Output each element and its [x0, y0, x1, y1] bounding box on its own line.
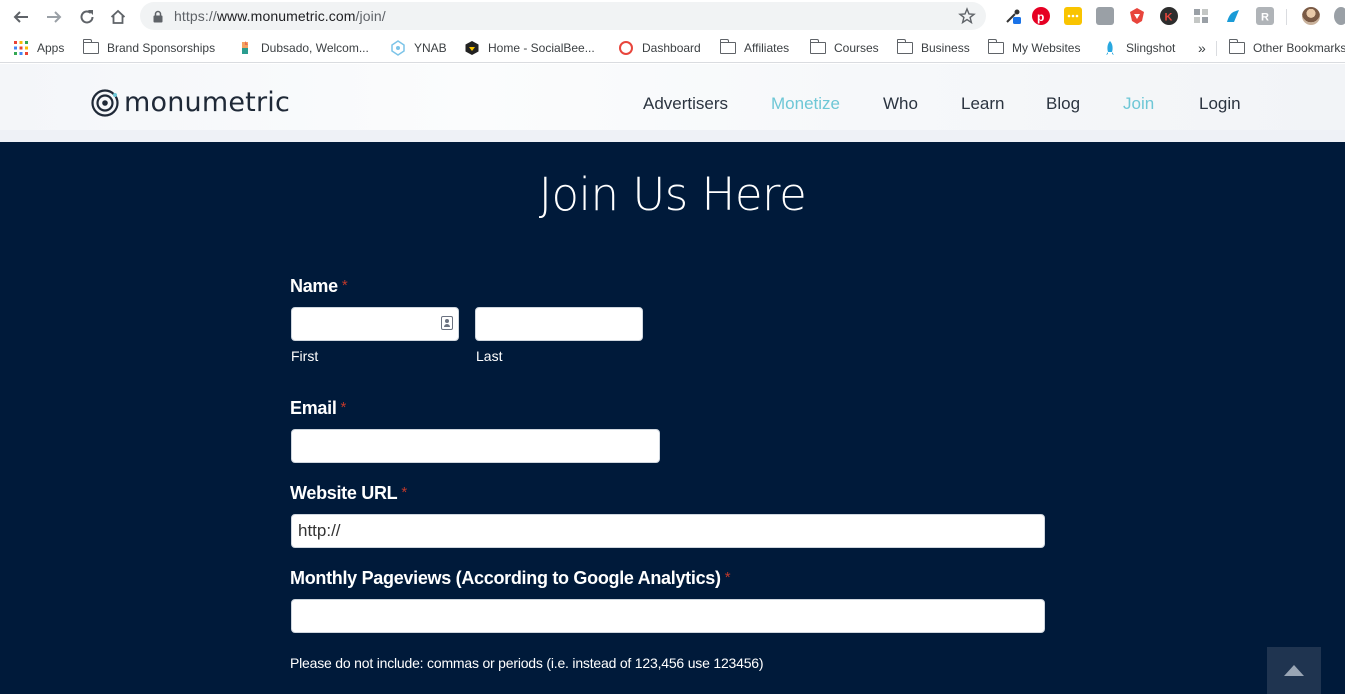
email-label: Email *	[290, 398, 347, 418]
bookmarks-bar: Apps Brand Sponsorships Dubsado, Welcom.…	[0, 33, 1345, 63]
first-name-input[interactable]	[291, 307, 459, 341]
forward-button[interactable]	[43, 6, 65, 28]
monthly-pageviews-label: Monthly Pageviews (According to Google A…	[290, 568, 731, 588]
nav-learn[interactable]: Learn	[961, 92, 1004, 116]
last-sublabel: Last	[476, 348, 503, 364]
bookmark-label: Affiliates	[744, 41, 790, 55]
bookmark-star-icon[interactable]	[958, 7, 976, 25]
nav-join[interactable]: Join	[1123, 92, 1154, 116]
nav-advertisers[interactable]: Advertisers	[643, 92, 728, 116]
bookmark-other-bookmarks[interactable]: Other Bookmarks	[1228, 33, 1345, 63]
bookmark-slingshot[interactable]: Slingshot	[1102, 33, 1175, 63]
home-button[interactable]	[107, 6, 129, 28]
first-sublabel: First	[291, 348, 319, 364]
bookmark-apps[interactable]: Apps	[13, 33, 64, 63]
scroll-to-top-button[interactable]	[1267, 647, 1321, 694]
folder-icon	[809, 39, 826, 56]
website-url-label: Website URL *	[290, 483, 407, 503]
grid-extension-icon[interactable]	[1096, 7, 1114, 25]
name-label: Name *	[290, 276, 348, 296]
arrow-left-icon	[13, 11, 28, 23]
email-input[interactable]	[291, 429, 660, 463]
svg-text:R: R	[1261, 12, 1269, 24]
bookmark-label: Slingshot	[1126, 41, 1176, 55]
bookmark-business[interactable]: Business	[896, 33, 970, 63]
bookmark-label: My Websites	[1012, 41, 1081, 55]
reload-button[interactable]	[76, 6, 98, 28]
bookmark-brand-sponsorships[interactable]: Brand Sponsorships	[82, 33, 216, 63]
menu-extension-icon[interactable]	[1334, 7, 1345, 25]
website-url-input[interactable]	[291, 514, 1045, 548]
required-marker: *	[724, 569, 731, 586]
site-logo[interactable]: monumetric	[90, 87, 290, 119]
bookmark-courses[interactable]: Courses	[809, 33, 879, 63]
apps-grid-icon	[13, 40, 29, 56]
dubsado-icon	[237, 40, 253, 56]
folder-icon	[719, 39, 736, 56]
folder-icon	[82, 39, 99, 56]
lock-icon	[153, 10, 163, 23]
bookmark-affiliates[interactable]: Affiliates	[719, 33, 790, 63]
bookmarks-divider	[1216, 41, 1217, 56]
logo-text: monumetric	[124, 87, 290, 118]
target-logo-icon	[91, 89, 119, 117]
home-icon	[110, 9, 126, 24]
bookmark-label: Courses	[834, 41, 879, 55]
required-marker: *	[401, 484, 407, 501]
profile-avatar[interactable]	[1302, 7, 1320, 25]
folder-icon	[896, 39, 913, 56]
r-extension-icon[interactable]: R	[1256, 7, 1274, 25]
pinterest-extension-icon[interactable]: p	[1032, 7, 1050, 25]
arrow-right-icon	[47, 11, 62, 23]
folder-icon	[987, 39, 1004, 56]
back-button[interactable]	[10, 6, 32, 28]
nav-blog[interactable]: Blog	[1046, 92, 1080, 116]
bookmark-label: Brand Sponsorships	[107, 41, 216, 55]
bookmark-label: Other Bookmarks	[1253, 41, 1345, 55]
pageviews-hint: Please do not include: commas or periods…	[290, 655, 764, 671]
nav-monetize[interactable]: Monetize	[771, 92, 840, 116]
folder-icon	[1228, 39, 1245, 56]
bookmark-label: Apps	[37, 41, 65, 55]
reload-icon	[80, 10, 94, 24]
contact-card-icon[interactable]	[441, 316, 453, 330]
required-marker: *	[340, 399, 347, 416]
bookmark-my-websites[interactable]: My Websites	[987, 33, 1081, 63]
header-band	[0, 130, 1345, 142]
k-extension-icon[interactable]: K	[1160, 7, 1178, 25]
caret-up-icon	[1284, 665, 1304, 676]
last-name-input[interactable]	[475, 307, 643, 341]
rocket-icon	[1102, 40, 1118, 56]
bookmarks-overflow-button[interactable]: »	[1198, 33, 1206, 63]
page-title: Join Us Here	[538, 168, 807, 221]
nav-login[interactable]: Login	[1199, 92, 1241, 116]
browser-toolbar: https://www.monumetric.com/join/ p K R	[0, 0, 1345, 33]
required-marker: *	[341, 277, 348, 294]
bookmark-label: Home - SocialBee...	[488, 41, 595, 55]
wave-extension-icon[interactable]	[1224, 7, 1242, 25]
socialbee-icon	[464, 40, 480, 56]
toolbar-divider	[1286, 9, 1287, 25]
svg-text:K: K	[1165, 12, 1173, 24]
url-text: https://www.monumetric.com/join/	[174, 8, 386, 24]
bookmark-label: YNAB	[414, 41, 447, 55]
notes-extension-icon[interactable]	[1064, 7, 1082, 25]
overflow-chevron-icon: »	[1198, 40, 1206, 56]
bookmark-socialbee[interactable]: Home - SocialBee...	[464, 33, 595, 63]
shield-extension-icon[interactable]	[1128, 7, 1146, 25]
bookmark-label: Business	[921, 41, 970, 55]
puzzle-extension-icon[interactable]	[1192, 7, 1210, 25]
bookmark-label: Dubsado, Welcom...	[261, 41, 369, 55]
bookmark-dashboard[interactable]: Dashboard	[618, 33, 701, 63]
ynab-icon	[390, 40, 406, 56]
bookmark-label: Dashboard	[642, 41, 701, 55]
monthly-pageviews-input[interactable]	[291, 599, 1045, 633]
address-bar[interactable]: https://www.monumetric.com/join/	[140, 2, 986, 30]
bookmark-ynab[interactable]: YNAB	[390, 33, 447, 63]
dashboard-icon	[618, 40, 634, 56]
svg-text:p: p	[1037, 10, 1044, 24]
bookmark-dubsado[interactable]: Dubsado, Welcom...	[237, 33, 369, 63]
eyedropper-extension-icon[interactable]	[1004, 7, 1022, 25]
nav-who[interactable]: Who	[883, 92, 918, 116]
